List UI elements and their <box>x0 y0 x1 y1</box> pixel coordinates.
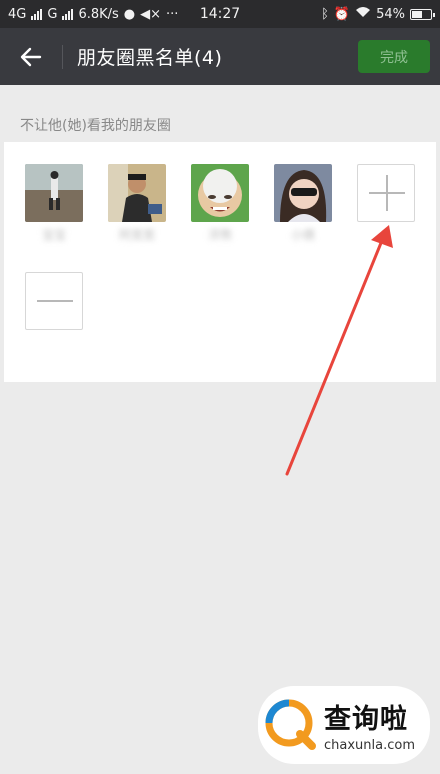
more-icon: ··· <box>166 6 179 22</box>
member-item[interactable]: 小倩 <box>274 164 332 242</box>
search-logo-icon <box>264 698 318 752</box>
wifi-icon <box>355 6 371 22</box>
blacklist-panel: 宝宝 阿宽宽 浮熬 小倩 <box>4 142 436 382</box>
status-right: ᛒ ⏰ 54% <box>321 6 435 22</box>
arrow-left-icon <box>20 47 42 66</box>
remove-member-button[interactable] <box>25 272 83 330</box>
alarm-icon: ⏰ <box>333 6 351 22</box>
status-time: 14:27 <box>199 6 241 22</box>
section-label: 不让他(她)看我的朋友圈 <box>20 118 171 134</box>
avatar <box>108 164 166 222</box>
member-item[interactable]: 浮熬 <box>191 164 249 242</box>
member-name: 宝宝 <box>41 228 66 242</box>
back-button[interactable] <box>0 28 62 85</box>
network-label-g: G <box>47 6 58 22</box>
bluetooth-icon: ᛒ <box>321 6 329 22</box>
watermark: 查询啦 chaxunla.com <box>258 686 430 764</box>
title-divider <box>62 44 63 69</box>
page-title: 朋友圈黑名单(4) <box>77 47 223 69</box>
title-bar: 朋友圈黑名单(4) 完成 <box>0 28 440 85</box>
battery-icon <box>410 8 435 20</box>
status-left: 4G G 6.8K/s ● ◀× ··· <box>8 7 178 22</box>
watermark-title: 查询啦 <box>324 704 408 735</box>
network-speed: 6.8K/s <box>78 6 119 22</box>
member-name: 小倩 <box>290 228 315 242</box>
status-bar: 4G G 6.8K/s ● ◀× ··· 14:27 ᛒ ⏰ 54% <box>0 0 440 28</box>
avatar <box>274 164 332 222</box>
done-button[interactable]: 完成 <box>358 40 430 73</box>
member-name: 浮熬 <box>207 228 232 242</box>
member-item[interactable]: 宝宝 <box>25 164 83 242</box>
watermark-text: 查询啦 chaxunla.com <box>324 697 415 753</box>
chat-bubble-icon: ● <box>123 6 136 22</box>
mute-icon: ◀× <box>140 6 162 22</box>
signal-icon <box>31 8 43 20</box>
signal-icon-2 <box>62 8 74 20</box>
watermark-url: chaxunla.com <box>324 738 415 753</box>
member-name: 阿宽宽 <box>118 228 155 242</box>
avatar <box>25 164 83 222</box>
network-label-4g: 4G <box>8 6 27 22</box>
add-member-button[interactable] <box>357 164 415 222</box>
member-item[interactable]: 阿宽宽 <box>108 164 166 242</box>
avatar <box>191 164 249 222</box>
battery-percent: 54% <box>376 6 405 22</box>
